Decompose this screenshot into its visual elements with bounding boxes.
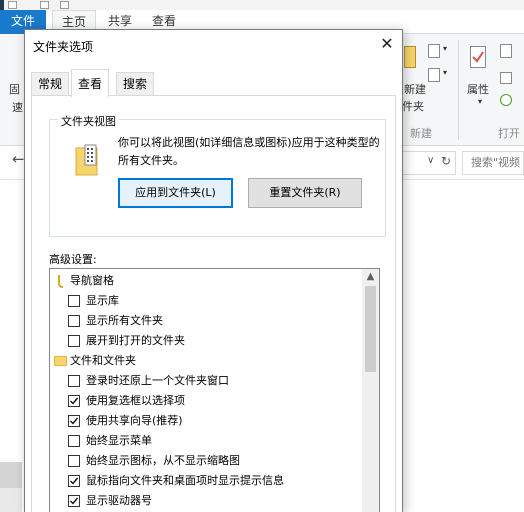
easy-access-icon[interactable] xyxy=(428,68,440,82)
quick-access-icon[interactable] xyxy=(60,1,69,9)
apply-to-folders-button[interactable]: 应用到文件夹(L) xyxy=(118,178,233,208)
folder-views-group: 文件夹视图 你可以将此视图(如详细信息或图标)应用于这种类型的所有文件夹。 应用… xyxy=(49,113,386,237)
folder-views-description: 你可以将此视图(如详细信息或图标)应用于这种类型的所有文件夹。 xyxy=(118,136,380,167)
advanced-settings-list[interactable]: 导航窗格 显示库 显示所有文件夹 展开到打开的文件夹 文件和文件夹 登录时还原上… xyxy=(49,268,380,512)
checkbox[interactable] xyxy=(68,435,80,447)
navigation-pane-item[interactable] xyxy=(0,488,22,512)
checkbox-checked[interactable] xyxy=(68,495,80,507)
reset-folders-button[interactable]: 重置文件夹(R) xyxy=(248,178,362,208)
new-item-icon[interactable] xyxy=(428,44,440,58)
open-icon[interactable] xyxy=(500,44,512,58)
group-label-navigation-pane: 导航窗格 xyxy=(70,274,114,287)
checkbox-checked[interactable] xyxy=(68,475,80,487)
pin-label-fragment: 速 xyxy=(12,101,23,114)
tab-search[interactable]: 搜索 xyxy=(116,72,155,96)
quick-access-toolbar xyxy=(0,0,524,10)
properties-label[interactable]: 属性 xyxy=(467,81,489,97)
setting-label: 鼠标指向文件夹和桌面项时显示提示信息 xyxy=(86,474,284,487)
group-label-files-and-folders: 文件和文件夹 xyxy=(70,354,136,367)
tab-view[interactable]: 查看 xyxy=(71,69,110,97)
new-folder-label[interactable]: 新建 xyxy=(404,81,426,97)
scroll-up-arrow-icon[interactable]: ▲ xyxy=(362,269,379,286)
vertical-scrollbar[interactable]: ▲ xyxy=(362,269,379,512)
checkbox[interactable] xyxy=(68,375,80,387)
setting-label: 始终显示图标，从不显示缩略图 xyxy=(86,454,240,467)
ribbon-group-divider xyxy=(458,40,459,140)
dropdown-arrow-icon[interactable]: ▾ xyxy=(478,97,482,106)
setting-label: 展开到打开的文件夹 xyxy=(86,334,185,347)
checkbox[interactable] xyxy=(68,455,80,467)
refresh-icon[interactable]: ↻ xyxy=(441,154,451,168)
scrollbar-thumb[interactable] xyxy=(365,286,376,372)
setting-label: 使用复选框以选择项 xyxy=(86,394,185,407)
new-group-label: 新建 xyxy=(410,127,432,140)
close-icon[interactable]: ✕ xyxy=(374,34,400,56)
folder-views-title: 文件夹视图 xyxy=(58,113,119,129)
address-dropdown[interactable]: ∨ ↻ xyxy=(400,151,456,175)
setting-label: 始终显示菜单 xyxy=(86,434,152,447)
chevron-down-icon[interactable]: ∨ xyxy=(427,155,434,166)
setting-label: 显示驱动器号 xyxy=(86,494,152,507)
pin-label-fragment: 固 xyxy=(9,83,20,96)
quick-access-icon[interactable] xyxy=(40,1,49,9)
navigation-pane-item[interactable] xyxy=(0,462,22,488)
setting-label: 显示所有文件夹 xyxy=(86,314,163,327)
folder-options-dialog: 文件夹选项 ✕ 常规 查看 搜索 文件夹视图 你可以将此视图(如详细信息或图标)… xyxy=(24,29,403,512)
checkbox[interactable] xyxy=(68,335,80,347)
checkbox[interactable] xyxy=(68,295,80,307)
view-tab-panel: 文件夹视图 你可以将此视图(如详细信息或图标)应用于这种类型的所有文件夹。 应用… xyxy=(31,95,396,512)
new-folder-label[interactable]: 件夹 xyxy=(402,98,424,114)
checkmark-icon xyxy=(70,497,79,505)
navigation-pane-icon xyxy=(58,275,64,288)
folder-view-icon xyxy=(75,144,98,176)
dropdown-arrow-icon[interactable]: ▾ xyxy=(443,44,447,53)
checkmark-icon xyxy=(70,417,79,425)
quick-access-icon[interactable] xyxy=(8,1,17,9)
search-input[interactable]: 搜索"视频 xyxy=(462,151,524,175)
setting-label: 登录时还原上一个文件夹窗口 xyxy=(86,374,229,387)
checkmark-icon xyxy=(70,477,79,485)
back-arrow-icon[interactable]: ← xyxy=(12,150,25,168)
advanced-settings-label: 高级设置: xyxy=(49,253,97,266)
history-icon[interactable] xyxy=(500,94,512,106)
new-folder-icon[interactable] xyxy=(404,46,416,68)
checkbox-checked[interactable] xyxy=(68,415,80,427)
checkbox-checked[interactable] xyxy=(68,395,80,407)
edit-icon[interactable] xyxy=(500,72,512,84)
checkmark-icon xyxy=(70,397,79,405)
open-group-label: 打开 xyxy=(498,127,520,140)
setting-label: 使用共享向导(推荐) xyxy=(86,414,183,427)
checkbox[interactable] xyxy=(68,315,80,327)
tab-general[interactable]: 常规 xyxy=(31,72,70,96)
folder-icon xyxy=(54,356,67,366)
setting-label: 显示库 xyxy=(86,294,119,307)
dropdown-arrow-icon[interactable]: ▾ xyxy=(443,68,447,77)
dialog-title: 文件夹选项 xyxy=(33,40,94,54)
properties-icon[interactable] xyxy=(470,46,486,68)
